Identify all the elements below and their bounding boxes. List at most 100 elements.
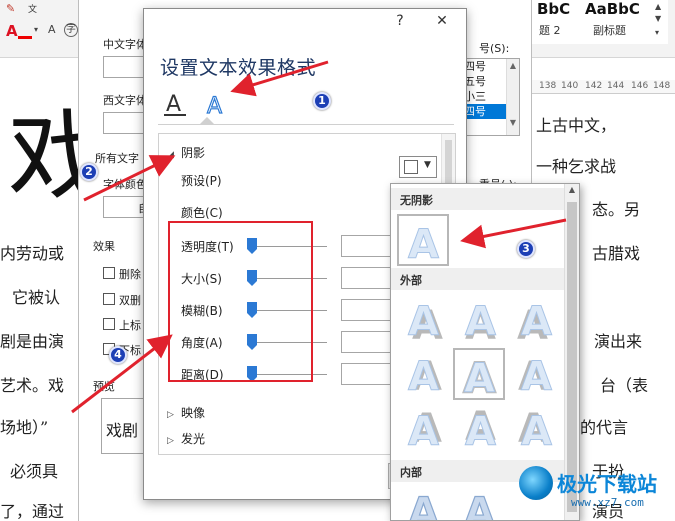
- font-color-bar: [18, 36, 32, 39]
- chevron-down-icon[interactable]: ▼: [655, 14, 661, 23]
- watermark-name: 极光下载站: [557, 472, 657, 496]
- doc-line: 古腊戏: [592, 244, 641, 263]
- superscript-checkbox[interactable]: [103, 318, 115, 330]
- letter-a-icon: AA: [518, 406, 553, 456]
- help-button[interactable]: ?: [388, 13, 412, 29]
- outer-shadow-header: 外部: [391, 268, 565, 290]
- horizontal-ruler: 138 140 142 144 146 148: [527, 80, 675, 94]
- font-color-icon[interactable]: A: [6, 22, 18, 40]
- outer-shadow-tile[interactable]: AA: [511, 348, 563, 401]
- chevron-up-icon[interactable]: ▲: [655, 2, 661, 11]
- outer-shadow-tile[interactable]: AA: [399, 348, 451, 401]
- style-name-1: 题 2: [539, 24, 561, 37]
- ruler-mark: 146: [631, 81, 649, 91]
- svg-text:A: A: [408, 299, 439, 345]
- style-sample-2: AaBbC: [585, 0, 640, 18]
- eraser-icon[interactable]: ✎: [6, 2, 15, 15]
- letter-a-icon: AA: [465, 404, 497, 456]
- dialog-titlebar: ? ✕: [144, 9, 466, 39]
- watermark-url: www.xz7.com: [571, 496, 644, 509]
- letter-a-icon: A: [408, 222, 440, 269]
- preview-box: 戏剧: [101, 398, 147, 454]
- outer-shadow-tile[interactable]: AA: [399, 294, 451, 350]
- letter-a-icon: AA: [408, 354, 443, 401]
- svg-text:A: A: [521, 299, 552, 345]
- chevron-up-icon[interactable]: ▲: [507, 61, 519, 70]
- tab-pointer: [199, 117, 215, 125]
- svg-text:A: A: [465, 409, 496, 454]
- doc-line: 艺术。戏: [0, 376, 65, 395]
- svg-text:A: A: [521, 354, 552, 400]
- outer-shadow-tile[interactable]: AA: [399, 402, 451, 456]
- svg-text:A: A: [166, 92, 181, 117]
- outer-shadow-tile[interactable]: AA: [455, 402, 507, 456]
- doc-line: 的代言: [580, 418, 629, 437]
- more-styles-icon[interactable]: ▾: [655, 28, 659, 37]
- preset-label: 预设(P): [181, 174, 222, 188]
- text-effects-icon: A: [206, 93, 222, 119]
- chevron-down-icon: ▼: [424, 160, 431, 170]
- size-list-scrollbar[interactable]: ▲ ▼: [506, 59, 519, 135]
- doc-line: 内劳动或: [0, 244, 65, 263]
- svg-text:A: A: [408, 490, 439, 521]
- font-color-label: 字体颜色: [103, 178, 147, 191]
- preset-dropdown[interactable]: ▼: [399, 156, 437, 178]
- preview-text: 戏剧: [106, 421, 139, 440]
- double-strikethrough-checkbox[interactable]: [103, 293, 115, 305]
- close-button[interactable]: ✕: [430, 13, 454, 29]
- letter-a-icon: AA: [517, 299, 553, 350]
- step-badge-1: 1: [313, 92, 331, 110]
- effects-label: 效果: [93, 240, 115, 253]
- shadow-section[interactable]: ◢ 阴影: [167, 144, 205, 161]
- text-fill-icon: A: [164, 92, 186, 117]
- ruler-mark: 138: [539, 81, 557, 91]
- glow-section[interactable]: ▷ 发光: [167, 430, 205, 447]
- expanded-triangle-icon: ◢: [167, 150, 174, 160]
- chevron-up-icon[interactable]: ▲: [565, 185, 579, 194]
- text-effect-icon[interactable]: A: [48, 23, 56, 36]
- doc-line: 了，通过: [0, 502, 65, 521]
- ruler-mark: 142: [585, 81, 603, 91]
- svg-text:A: A: [465, 299, 496, 345]
- ruler-mark: 144: [607, 81, 625, 91]
- step-badge-4: 4: [109, 346, 127, 364]
- no-shadow-tile[interactable]: A: [397, 214, 449, 269]
- reflection-section[interactable]: ▷ 映像: [167, 404, 205, 421]
- collapsed-triangle-icon: ▷: [167, 436, 174, 446]
- styles-gallery[interactable]: BbC 题 2 AaBbC 副标题 ▲ ▼ ▾: [530, 0, 668, 44]
- aurora-logo-icon: [519, 466, 553, 500]
- doc-line: 上古中文，: [536, 116, 617, 135]
- collapsed-triangle-icon: ▷: [167, 410, 174, 420]
- chevron-down-icon[interactable]: ▼: [507, 118, 519, 127]
- outer-shadow-tile[interactable]: AA: [511, 294, 563, 350]
- letter-a-icon: AA: [465, 299, 497, 350]
- no-shadow-header: 无阴影: [391, 188, 565, 210]
- chevron-down-icon[interactable]: ▾: [34, 25, 38, 34]
- wen-icon[interactable]: 文: [28, 2, 37, 15]
- letter-a-icon: A: [463, 489, 495, 520]
- inner-shadow-tile[interactable]: A: [455, 484, 507, 520]
- outer-shadow-tile[interactable]: AA: [511, 402, 563, 456]
- pane-title: 设置文本效果格式: [160, 57, 317, 79]
- style-name-2: 副标题: [593, 24, 626, 37]
- western-font-input[interactable]: [103, 112, 147, 134]
- style-sample-1: BbC: [537, 0, 571, 18]
- letter-a-icon: A: [407, 489, 439, 521]
- font-size-list[interactable]: 四号 五号 小三 四号 ▲ ▼: [460, 58, 520, 136]
- step-badge-3: 3: [517, 240, 535, 258]
- outer-shadow-tile-selected[interactable]: AA: [453, 348, 505, 404]
- svg-text:A: A: [521, 409, 552, 454]
- chinese-font-input[interactable]: [103, 56, 147, 78]
- site-watermark: 极光下载站 www.xz7.com: [519, 466, 675, 521]
- all-text-label: 所有文字: [95, 152, 139, 165]
- enclose-char-icon[interactable]: 字: [64, 23, 78, 37]
- text-effects-tab[interactable]: A: [202, 89, 230, 119]
- chinese-font-label: 中文字体: [103, 38, 147, 51]
- inner-shadow-tile[interactable]: A: [399, 484, 451, 521]
- text-fill-outline-tab[interactable]: A: [162, 89, 190, 119]
- superscript-label: 上标: [119, 319, 141, 332]
- font-color-select[interactable]: 自: [103, 196, 149, 218]
- strikethrough-checkbox[interactable]: [103, 267, 115, 279]
- color-label: 颜色(C): [181, 206, 223, 220]
- outer-shadow-tile[interactable]: AA: [455, 294, 507, 350]
